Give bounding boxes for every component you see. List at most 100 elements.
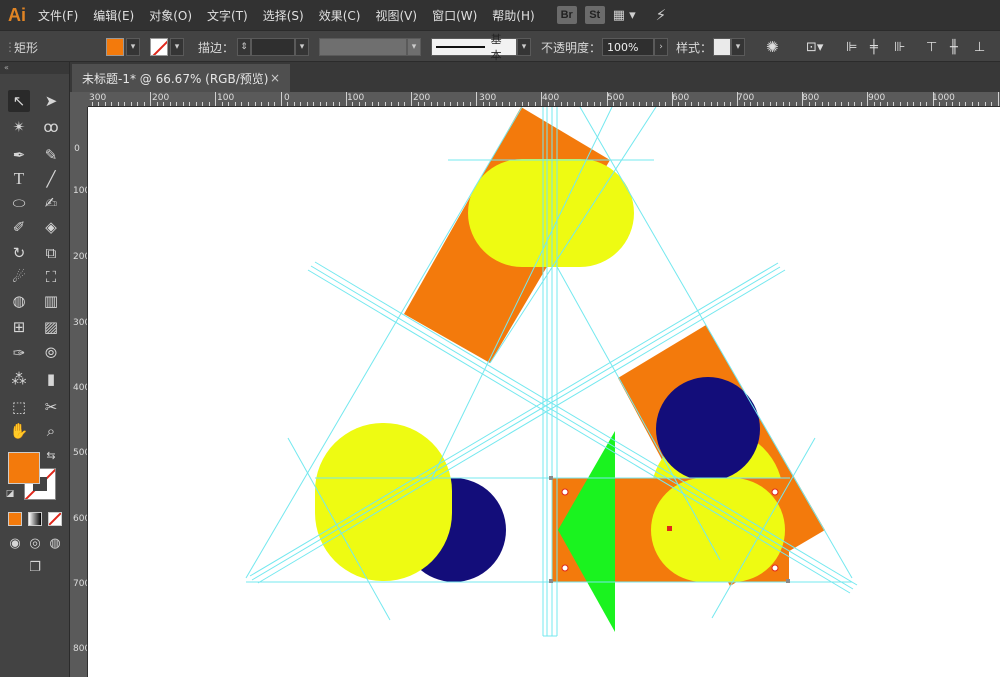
draw-inside-icon[interactable]: ◍	[44, 532, 66, 554]
ruler-left-label: 500	[73, 448, 87, 458]
ruler-top-label: 100	[347, 93, 365, 103]
align-horizontal-center-icon[interactable]: ╪	[870, 37, 878, 57]
stroke-weight-input[interactable]	[251, 38, 295, 56]
ruler-left-label: 700	[73, 579, 87, 589]
ruler-top-label: 900	[868, 93, 886, 103]
document-tab-bar: 未标题-1* @ 66.67% (RGB/预览) ×	[0, 62, 1000, 92]
green-arrow-shape[interactable]	[558, 431, 615, 632]
column-graph-tool-icon[interactable]: ▮	[40, 368, 62, 390]
workspace-layout-icon[interactable]: ▦ ▾	[613, 8, 636, 23]
stroke-weight-chevron-icon[interactable]: ▾	[295, 38, 309, 56]
scale-tool-icon[interactable]: ⧉	[40, 242, 62, 264]
align-right-icon[interactable]: ⊪	[894, 37, 905, 57]
draw-behind-icon[interactable]: ◎	[24, 532, 46, 554]
fill-swatch[interactable]	[106, 38, 124, 56]
menu-edit[interactable]: 编辑(E)	[93, 7, 134, 24]
brush-definition-chevron-icon[interactable]: ▾	[517, 38, 531, 56]
opacity-label: 不透明度：	[541, 40, 602, 55]
warp-tool-icon[interactable]: ☄	[8, 266, 30, 288]
eraser-tool-icon[interactable]: ◈	[40, 216, 62, 238]
close-icon[interactable]: ×	[270, 71, 280, 85]
symbol-sprayer-tool-icon[interactable]: ⁂	[8, 368, 30, 390]
color-mode-button[interactable]	[8, 512, 22, 526]
artboard-tool-icon[interactable]: ⬚	[8, 396, 30, 418]
ruler-left-label: 200	[73, 252, 87, 262]
variable-width-chevron-icon[interactable]: ▾	[407, 38, 421, 56]
control-bar: ⋮ 矩形 ▾ ▾ 描边： ⇕ ▾ ▾ 基本 ▾ 不透明度： 100% › 样式：…	[0, 30, 1000, 62]
style-label: 样式：	[676, 40, 713, 55]
menu-object[interactable]: 对象(O)	[149, 7, 192, 24]
screen-mode-icon[interactable]: ❐	[24, 556, 46, 578]
fill-color-box[interactable]	[8, 452, 40, 484]
recolor-artwork-icon[interactable]: ✺	[766, 37, 779, 57]
eyedropper-tool-icon[interactable]: ✑	[8, 342, 30, 364]
menu-select[interactable]: 选择(S)	[263, 7, 304, 24]
menu-type[interactable]: 文字(T)	[207, 7, 248, 24]
stock-button[interactable]: St	[584, 6, 605, 24]
artboard-canvas[interactable]	[88, 107, 1000, 677]
menu-view[interactable]: 视图(V)	[375, 7, 417, 24]
menu-help[interactable]: 帮助(H)	[492, 7, 534, 24]
stroke-dropdown-chevron-icon[interactable]: ▾	[170, 38, 184, 56]
stroke-weight-stepper[interactable]: ⇕	[237, 38, 251, 56]
align-vertical-center-icon[interactable]: ╫	[950, 37, 958, 57]
magic-wand-tool-icon[interactable]: ✴	[8, 116, 30, 138]
shaper-tool-icon[interactable]: ✐	[8, 216, 30, 238]
ruler-left-label: 300	[73, 318, 87, 328]
lasso-tool-icon[interactable]: ꝏ	[40, 116, 62, 138]
swap-fill-stroke-icon[interactable]: ⇆	[44, 448, 58, 462]
ruler-origin[interactable]	[70, 92, 88, 107]
selection-tool-icon[interactable]: ↖	[8, 90, 30, 112]
stroke-swatch[interactable]	[150, 38, 168, 56]
pen-tool-icon[interactable]: ✒	[8, 144, 30, 166]
vertical-ruler[interactable]: 0 100 200 300 400 500 600 700 800	[70, 107, 88, 677]
ruler-top-label: 400	[542, 93, 560, 103]
opacity-input[interactable]: 100%	[602, 38, 654, 56]
shape-builder-tool-icon[interactable]: ◍	[8, 290, 30, 312]
ruler-top-label: 700	[737, 93, 755, 103]
graphic-style-chevron-icon[interactable]: ▾	[731, 38, 745, 56]
brush-definition-field[interactable]: 基本	[431, 33, 517, 62]
blend-tool-icon[interactable]: ⦾	[40, 342, 62, 364]
line-segment-tool-icon[interactable]: ╱	[40, 168, 62, 190]
align-left-icon[interactable]: ⊫	[846, 37, 857, 57]
align-bottom-icon[interactable]: ⊥	[974, 37, 985, 57]
mesh-tool-icon[interactable]: ⊞	[8, 316, 30, 338]
draw-normal-icon[interactable]: ◉	[4, 532, 26, 554]
curvature-tool-icon[interactable]: ✎	[40, 144, 62, 166]
free-transform-tool-icon[interactable]: ⛶	[40, 266, 62, 288]
align-to-icon[interactable]: ⊡▾	[806, 37, 823, 57]
none-mode-button[interactable]	[48, 512, 62, 526]
gradient-tool-icon[interactable]: ▨	[40, 316, 62, 338]
menu-file[interactable]: 文件(F)	[38, 7, 78, 24]
yellow-rounded-rect-top[interactable]	[468, 159, 634, 267]
hand-tool-icon[interactable]: ✋	[8, 420, 30, 442]
collapse-chevron-icon[interactable]: «	[0, 62, 69, 74]
direct-selection-tool-icon[interactable]: ➤	[40, 90, 62, 112]
type-tool-icon[interactable]: T	[8, 168, 30, 190]
zoom-tool-icon[interactable]: ⌕	[40, 420, 62, 442]
ruler-left-label: 600	[73, 514, 87, 524]
bridge-button[interactable]: Br	[556, 6, 577, 24]
paintbrush-tool-icon[interactable]: ✍	[40, 192, 62, 214]
rotate-tool-icon[interactable]: ↻	[8, 242, 30, 264]
gradient-mode-button[interactable]	[28, 512, 42, 526]
horizontal-ruler[interactable]: 300 200 100 0 100 200 300 400 500 600 70…	[88, 92, 1000, 107]
ruler-top-label: 200	[152, 93, 170, 103]
gpu-performance-icon[interactable]: ⚡	[656, 6, 667, 24]
graphic-style-swatch[interactable]	[713, 38, 731, 56]
ruler-top-label: 600	[672, 93, 690, 103]
align-top-icon[interactable]: ⊤	[926, 37, 937, 57]
ruler-top-label: 500	[607, 93, 625, 103]
perspective-grid-tool-icon[interactable]: ▥	[40, 290, 62, 312]
menu-window[interactable]: 窗口(W)	[432, 7, 477, 24]
document-tab[interactable]: 未标题-1* @ 66.67% (RGB/预览) ×	[72, 64, 290, 92]
slice-tool-icon[interactable]: ✂	[40, 396, 62, 418]
variable-width-profile[interactable]	[319, 38, 407, 56]
default-fill-stroke-icon[interactable]: ◪	[4, 488, 16, 500]
ellipse-tool-icon[interactable]: ⬭	[8, 192, 30, 214]
stroke-weight-label: 描边：	[198, 40, 235, 55]
menu-effect[interactable]: 效果(C)	[319, 7, 361, 24]
fill-dropdown-chevron-icon[interactable]: ▾	[126, 38, 140, 56]
opacity-chevron-icon[interactable]: ›	[654, 38, 668, 56]
